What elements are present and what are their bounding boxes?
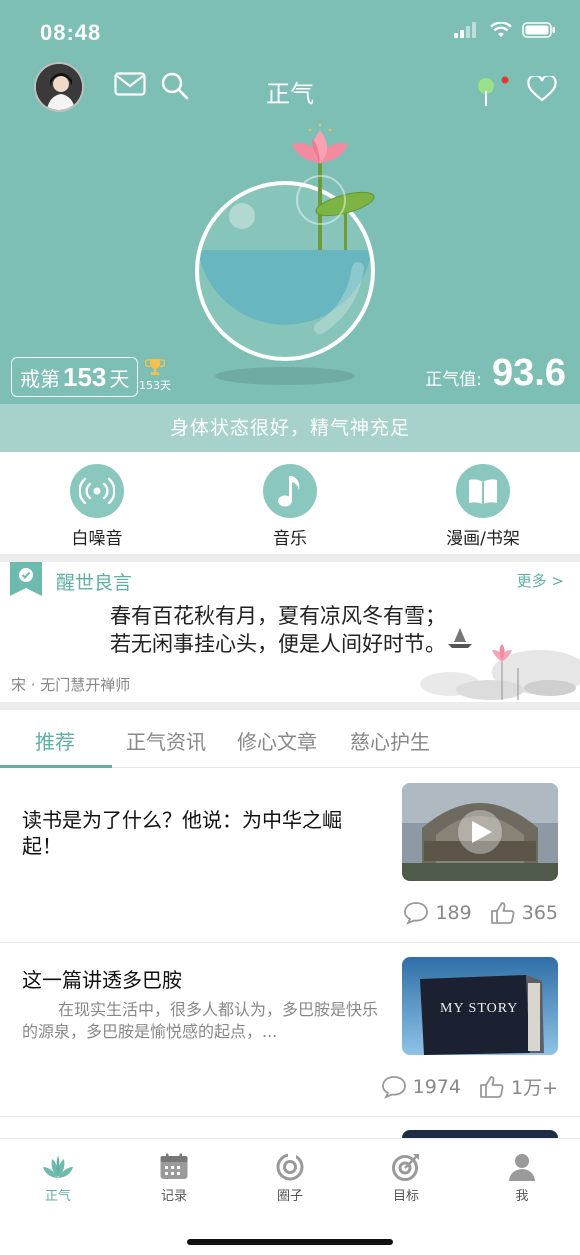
article-stats: 1974 1万+	[381, 1073, 558, 1100]
tabbar-item-records[interactable]: 记录	[134, 1153, 214, 1204]
thumbs-up-icon[interactable]	[479, 1075, 505, 1099]
video-thumbnail-graphic	[402, 783, 558, 881]
trophy-badge[interactable]: 153天	[138, 358, 172, 393]
qi-label: 正气值:	[425, 370, 483, 390]
section-divider	[0, 554, 580, 562]
thumbs-up-icon[interactable]	[490, 901, 516, 925]
wifi-icon	[490, 22, 512, 37]
counter-days: 153	[63, 361, 107, 392]
trophy-days: 153天	[139, 379, 171, 392]
like-count: 1万+	[510, 1077, 558, 1099]
tabbar-item-goals[interactable]: 目标	[366, 1153, 446, 1204]
article-item[interactable]: 读书是为了什么？他说：为中华之崛起！ 189 365	[0, 769, 580, 942]
battery-icon	[522, 22, 555, 38]
tab-recommended[interactable]: 推荐	[35, 726, 75, 755]
comment-count: 189	[435, 902, 472, 924]
content-tabs: 推荐 正气资讯 修心文章 慈心护生	[0, 710, 580, 768]
tabbar-item-zhengqi[interactable]: 正气	[18, 1153, 98, 1204]
article-title: 读书是为了什么？他说：为中华之崛起！	[22, 808, 342, 858]
quick-label-white-noise: 白噪音	[71, 529, 123, 549]
person-icon	[509, 1154, 535, 1181]
counter-prefix: 戒第	[20, 366, 60, 391]
quick-white-noise[interactable]: 白噪音	[27, 464, 167, 549]
trophy-icon	[145, 359, 165, 375]
tabbar-label-zhengqi: 正气	[44, 1189, 71, 1204]
article-stats: 189 365	[403, 901, 558, 925]
quote-line-2: 若无闲事挂心头，便是人间好时节。	[110, 632, 446, 656]
music-note-icon	[263, 464, 317, 518]
tabbar-label-me: 我	[515, 1189, 529, 1204]
quote-title: 醒世良言	[56, 572, 133, 594]
tab-news[interactable]: 正气资讯	[126, 726, 206, 755]
tab-active-indicator	[0, 765, 112, 768]
bookmark-heart-icon	[10, 562, 42, 596]
book-cover-text: MY STORY	[440, 1001, 519, 1016]
calendar-icon	[160, 1153, 188, 1179]
quick-comics-bookshelf[interactable]: 漫画/书架	[413, 464, 553, 549]
bottom-tab-bar: 正气 记录 圈子 目标 我	[0, 1138, 580, 1255]
signal-icon	[454, 22, 476, 38]
tabbar-item-circle[interactable]: 圈子	[250, 1153, 330, 1204]
lotus-bowl-graphic	[195, 123, 375, 385]
tabbar-item-me[interactable]: 我	[482, 1153, 562, 1204]
quote-more-link[interactable]: 更多 >	[517, 570, 564, 591]
quick-actions: 白噪音 音乐 漫画/书架	[0, 452, 580, 554]
circle-icon	[276, 1153, 304, 1181]
status-time: 08:48	[40, 20, 102, 45]
quote-text: 春有百花秋有月，夏有凉风冬有雪； 若无闲事挂心头，便是人间好时节。	[110, 602, 446, 658]
qi-number: 93.6	[492, 352, 566, 394]
like-count: 365	[521, 902, 558, 924]
target-icon	[392, 1154, 419, 1181]
comment-count: 1974	[412, 1075, 461, 1098]
status-bar: 08:48	[0, 0, 580, 64]
quote-card[interactable]: 醒世良言 更多 > 春有百花秋有月，夏有凉风冬有雪； 若无闲事挂心头，便是人间好…	[0, 562, 580, 702]
lotus-icon	[43, 1155, 73, 1178]
tab-articles[interactable]: 修心文章	[237, 726, 317, 755]
tab-life-protection[interactable]: 慈心护生	[350, 726, 430, 755]
tabbar-label-records: 记录	[160, 1189, 187, 1204]
article-item[interactable]: 这一篇讲透多巴胺 在现实生活中，很多人都认为，多巴胺是快乐的源泉，多巴胺是愉悦感…	[0, 943, 580, 1116]
article-title: 这一篇讲透多巴胺	[22, 968, 182, 992]
article-thumbnail[interactable]	[402, 783, 558, 881]
article-thumbnail-partial	[402, 1130, 558, 1138]
article-thumbnail[interactable]: MY STORY	[402, 957, 558, 1055]
tabbar-label-goals: 目标	[392, 1189, 419, 1204]
top-nav: 正气	[0, 60, 580, 116]
quick-label-music: 音乐	[273, 529, 307, 549]
qi-value-display: 正气值: 93.6	[425, 352, 566, 395]
quick-label-comics: 漫画/书架	[446, 529, 520, 549]
tree-icon[interactable]	[474, 74, 512, 108]
article-summary: 在现实生活中，很多人都认为，多巴胺是快乐的源泉，多巴胺是愉悦感的起点，...	[22, 1000, 379, 1041]
hero-section: 08:48 正气 戒第 153 天 153天 正气值: 93.6	[0, 0, 580, 404]
radio-waves-icon	[70, 464, 124, 518]
row-divider	[0, 1116, 580, 1117]
home-indicator[interactable]	[187, 1239, 393, 1245]
quote-author: 宋 · 无门慧开禅师	[11, 676, 131, 694]
open-book-icon	[456, 464, 510, 518]
status-icons	[454, 22, 556, 38]
heart-icon[interactable]	[527, 76, 557, 102]
state-message: 身体状态很好，精气神充足	[0, 404, 580, 452]
quick-music[interactable]: 音乐	[220, 464, 360, 549]
comment-icon[interactable]	[403, 901, 429, 925]
lotus-bowl-illustration[interactable]	[180, 118, 400, 388]
section-divider	[0, 702, 580, 710]
tabbar-label-circle: 圈子	[276, 1189, 303, 1204]
quote-line-1: 春有百花秋有月，夏有凉风冬有雪；	[110, 604, 446, 628]
comment-icon[interactable]	[381, 1075, 407, 1099]
notification-dot	[501, 76, 509, 84]
counter-suffix: 天	[109, 366, 130, 391]
abstinence-counter[interactable]: 戒第 153 天	[11, 357, 139, 397]
